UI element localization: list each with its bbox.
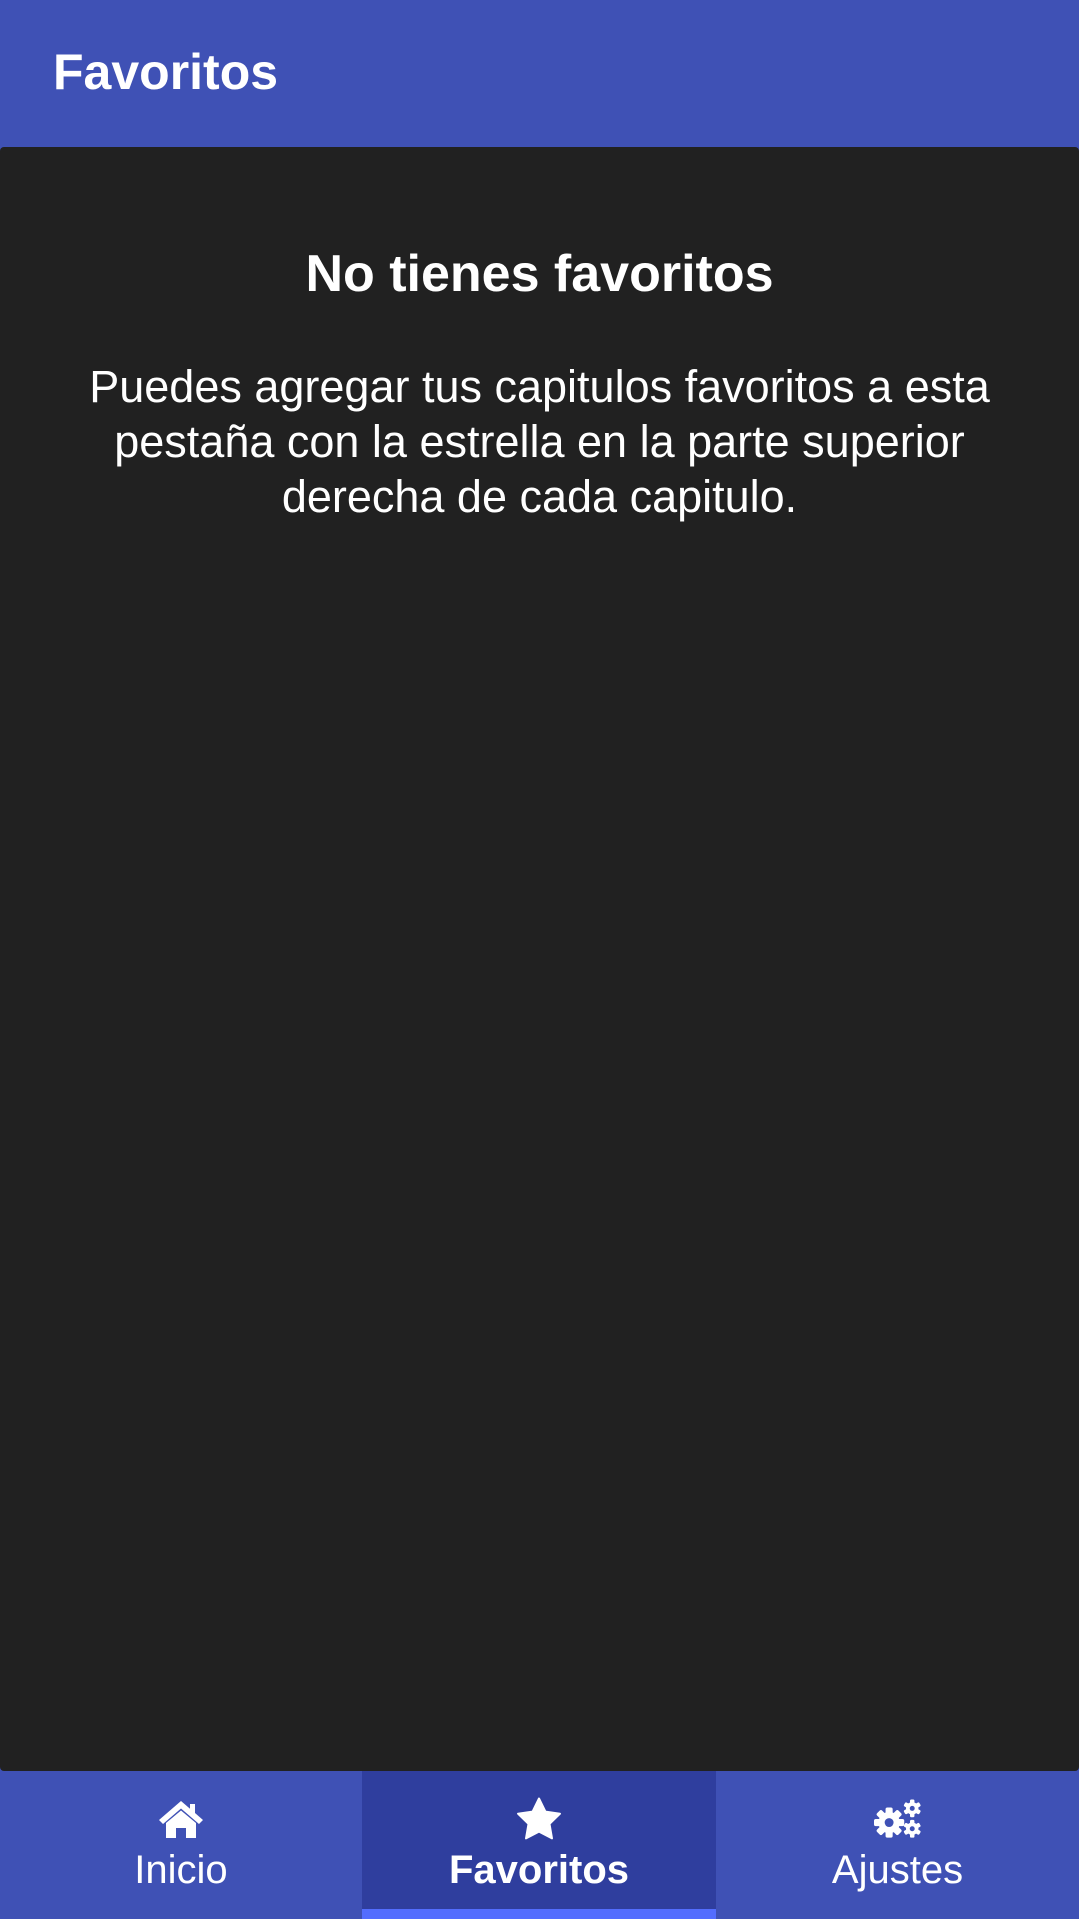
- active-tab-indicator: [362, 1909, 716, 1919]
- tab-ajustes[interactable]: Ajustes: [716, 1771, 1079, 1919]
- app-bar: Favoritos: [0, 0, 1079, 147]
- app-root: Favoritos No tienes favoritos Puedes agr…: [0, 0, 1079, 1919]
- home-icon: [157, 1797, 205, 1841]
- tab-ajustes-label: Ajustes: [831, 1848, 964, 1892]
- empty-state-title: No tienes favoritos: [305, 245, 774, 303]
- tab-inicio[interactable]: Inicio: [0, 1771, 362, 1919]
- tab-favoritos[interactable]: Favoritos: [362, 1771, 716, 1919]
- empty-state-message: Puedes agregar tus capitulos favoritos a…: [89, 361, 990, 522]
- tab-favoritos-label: Favoritos: [448, 1848, 630, 1892]
- favorites-content: No tienes favoritos Puedes agregar tus c…: [0, 147, 1079, 1771]
- page-title: Favoritos: [53, 44, 279, 100]
- tab-inicio-label: Inicio: [134, 1848, 228, 1892]
- star-icon: [515, 1797, 563, 1841]
- bottom-navigation: Inicio Favoritos Ajustes: [0, 1771, 1079, 1919]
- gears-icon: [873, 1797, 922, 1841]
